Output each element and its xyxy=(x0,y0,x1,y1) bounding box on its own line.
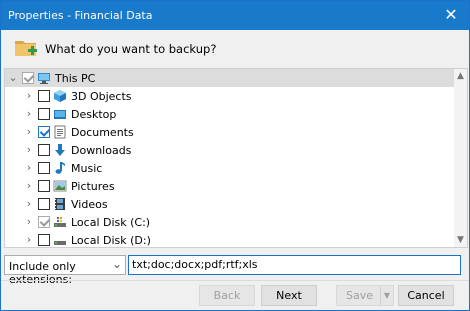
title-bar[interactable]: Properties - Financial Data ✕ xyxy=(1,1,469,30)
tree-item-music[interactable]: › Music xyxy=(5,159,455,177)
3d-objects-icon xyxy=(54,90,66,102)
scroll-down-icon[interactable]: ▼ xyxy=(454,233,467,247)
tree-item-downloads[interactable]: › Downloads xyxy=(5,141,455,159)
tree-item-label: Desktop xyxy=(71,108,117,121)
checkbox-local-disk-d[interactable] xyxy=(38,234,50,246)
checkbox-documents[interactable] xyxy=(38,126,50,138)
checkbox-videos[interactable] xyxy=(38,198,50,210)
checkbox-music[interactable] xyxy=(38,162,50,174)
tree-item-documents[interactable]: › Documents xyxy=(5,123,455,141)
tree-item-desktop[interactable]: › Desktop xyxy=(5,105,455,123)
filter-mode-value: Include only extensions: xyxy=(9,260,76,286)
chevron-right-icon[interactable]: › xyxy=(23,233,35,247)
tree-item-label: Local Disk (C:) xyxy=(71,216,151,229)
drive-d-icon xyxy=(54,241,66,245)
tree-item-local-disk-c[interactable]: › Local Disk (C:) xyxy=(5,213,455,231)
tree-item-local-disk-d[interactable]: › Local Disk (D:) xyxy=(5,231,455,247)
chevron-down-icon[interactable]: ⌄ xyxy=(112,257,122,271)
tree-item-label: This PC xyxy=(55,72,96,85)
tree-item-pictures[interactable]: › Pictures xyxy=(5,177,455,195)
footer-divider xyxy=(1,280,469,281)
next-button[interactable]: Next xyxy=(261,285,317,306)
add-folder-icon xyxy=(15,41,37,56)
folder-tree[interactable]: ⌄ This PC › 3D Objects › Desktop › Docum… xyxy=(4,68,468,248)
chevron-right-icon[interactable]: › xyxy=(23,125,35,139)
tree-item-label: Local Disk (D:) xyxy=(71,234,151,247)
chevron-right-icon[interactable]: › xyxy=(23,215,35,229)
scroll-up-icon[interactable]: ▲ xyxy=(454,69,467,83)
documents-icon xyxy=(54,125,66,139)
chevron-down-icon[interactable]: ⌄ xyxy=(7,71,19,85)
tree-item-label: Pictures xyxy=(71,180,115,193)
tree-scrollbar[interactable]: ▲ ▼ xyxy=(454,69,467,247)
pictures-icon xyxy=(53,180,67,192)
chevron-right-icon[interactable]: › xyxy=(23,107,35,121)
tree-item-label: 3D Objects xyxy=(71,90,132,103)
window-title: Properties - Financial Data xyxy=(8,9,153,22)
checkbox-this-pc[interactable] xyxy=(22,72,34,84)
chevron-right-icon[interactable]: › xyxy=(23,197,35,211)
save-button[interactable]: Save ▼ xyxy=(336,285,394,306)
extension-filter-dropdown[interactable]: Include only extensions: ⌄ xyxy=(4,255,126,286)
checkbox-local-disk-c[interactable] xyxy=(38,216,50,228)
checkbox-downloads[interactable] xyxy=(38,144,50,156)
close-icon[interactable]: ✕ xyxy=(443,7,459,23)
tree-item-label: Downloads xyxy=(71,144,132,157)
save-button-label: Save xyxy=(345,289,373,302)
checkbox-pictures[interactable] xyxy=(38,180,50,192)
drive-c-icon xyxy=(54,217,66,227)
videos-icon xyxy=(55,198,65,210)
header: What do you want to backup? xyxy=(1,30,469,68)
chevron-right-icon[interactable]: › xyxy=(23,179,35,193)
computer-icon xyxy=(38,73,50,84)
tree-item-videos[interactable]: › Videos xyxy=(5,195,455,213)
checkbox-3d-objects[interactable] xyxy=(38,90,50,102)
cancel-button[interactable]: Cancel xyxy=(398,285,454,306)
save-dropdown-icon[interactable]: ▼ xyxy=(380,286,393,305)
chevron-right-icon[interactable]: › xyxy=(23,161,35,175)
chevron-right-icon[interactable]: › xyxy=(23,143,35,157)
backup-question: What do you want to backup? xyxy=(45,42,217,56)
tree-item-label: Documents xyxy=(71,126,134,139)
properties-dialog: Properties - Financial Data ✕ What do yo… xyxy=(0,0,470,311)
music-icon xyxy=(55,162,65,174)
back-button[interactable]: Back xyxy=(199,285,255,306)
checkbox-desktop[interactable] xyxy=(38,108,50,120)
extensions-input[interactable]: txt;doc;docx;pdf;rtf;xls xyxy=(128,255,461,275)
tree-item-label: Videos xyxy=(71,198,108,211)
tree-item-3d-objects[interactable]: › 3D Objects xyxy=(5,87,455,105)
tree-item-this-pc[interactable]: ⌄ This PC xyxy=(5,69,455,87)
downloads-icon xyxy=(55,144,65,156)
tree-item-label: Music xyxy=(71,162,103,175)
chevron-right-icon[interactable]: › xyxy=(23,89,35,103)
desktop-icon xyxy=(54,110,66,119)
